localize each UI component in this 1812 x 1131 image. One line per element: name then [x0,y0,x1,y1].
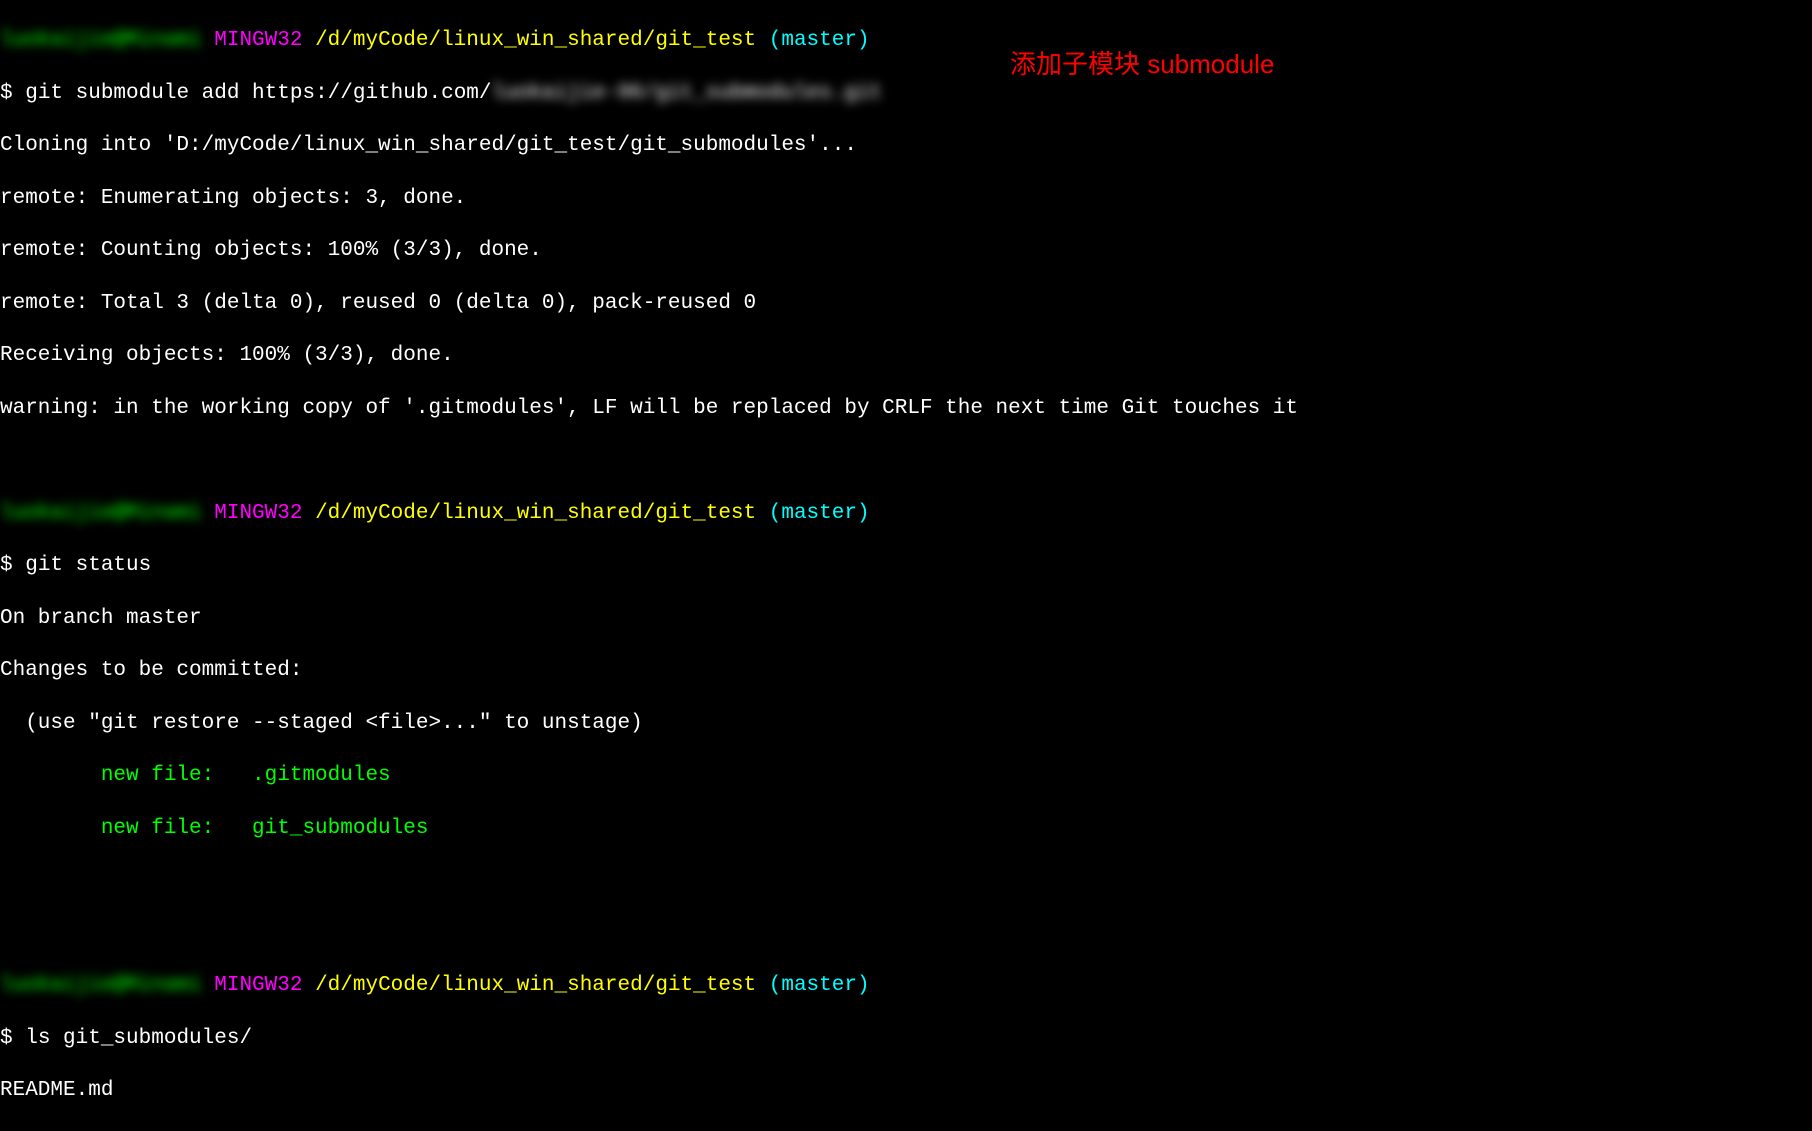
shell-name-2: MINGW32 [202,502,315,525]
prompt-line-2: luokaijie@Minami MINGW32 /d/myCode/linux… [0,501,1812,527]
terminal[interactable]: luokaijie@Minami MINGW32 /d/myCode/linux… [0,0,1812,1131]
command-line-3: $ ls git_submodules/ [0,1026,1812,1052]
user-host-1: luokaijie@Minami [0,29,202,52]
command-2: git status [25,554,151,577]
branch-1: (master) [769,29,870,52]
output-enumerating: remote: Enumerating objects: 3, done. [0,186,1812,212]
user-host-2: luokaijie@Minami [0,502,202,525]
output-counting: remote: Counting objects: 100% (3/3), do… [0,238,1812,264]
output-total: remote: Total 3 (delta 0), reused 0 (del… [0,291,1812,317]
output-changes: Changes to be committed: [0,658,1812,684]
prompt-line-1: luokaijie@Minami MINGW32 /d/myCode/linux… [0,28,1812,54]
command-1-prefix: git submodule add https://github.com/ [25,82,491,105]
command-line-1: $ git submodule add https://github.com/l… [0,81,1812,107]
annotation-label: 添加子模块 submodule [1010,48,1274,81]
output-receiving: Receiving objects: 100% (3/3), done. [0,343,1812,369]
command-3: ls git_submodules/ [25,1027,252,1050]
command-line-2: $ git status [0,553,1812,579]
branch-3: (master) [769,974,870,997]
output-cloning: Cloning into 'D:/myCode/linux_win_shared… [0,133,1812,159]
blank-line-1 [0,448,1812,474]
branch-2: (master) [769,502,870,525]
path-3: /d/myCode/linux_win_shared/git_test [315,974,769,997]
user-host-3: luokaijie@Minami [0,974,202,997]
output-newfile-submodules: new file: git_submodules [0,816,1812,842]
blank-line-3 [0,921,1812,947]
output-warning: warning: in the working copy of '.gitmod… [0,396,1812,422]
command-1-blurred: luokaijie-96/git_submodules.git [492,82,883,105]
output-on-branch: On branch master [0,606,1812,632]
path-2: /d/myCode/linux_win_shared/git_test [315,502,769,525]
output-restore: (use "git restore --staged <file>..." to… [0,711,1812,737]
dollar-3: $ [0,1027,25,1050]
prompt-line-3: luokaijie@Minami MINGW32 /d/myCode/linux… [0,973,1812,999]
blank-line-2 [0,868,1812,894]
output-readme: README.md [0,1078,1812,1104]
path-1: /d/myCode/linux_win_shared/git_test [315,29,769,52]
shell-name-1: MINGW32 [202,29,315,52]
shell-name-3: MINGW32 [202,974,315,997]
dollar-2: $ [0,554,25,577]
output-newfile-gitmodules: new file: .gitmodules [0,763,1812,789]
dollar-1: $ [0,82,25,105]
